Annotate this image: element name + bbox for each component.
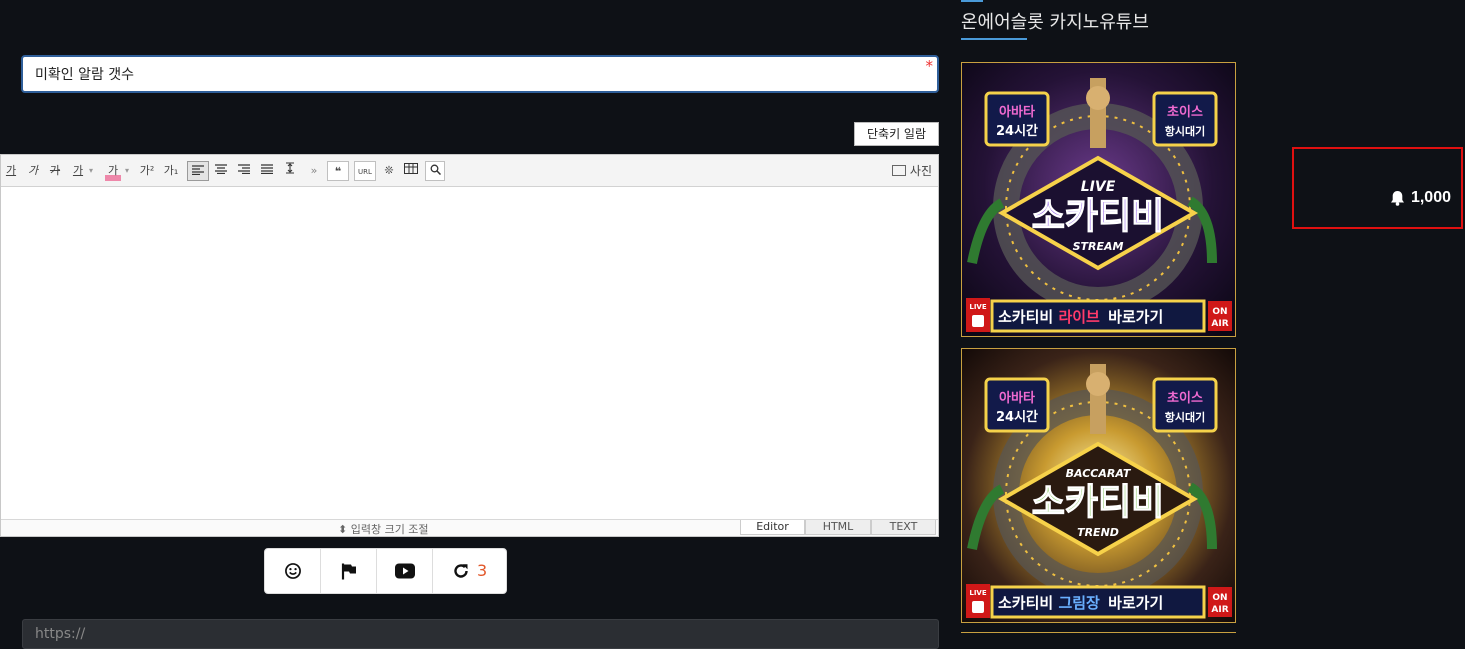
notification-counter[interactable]: 1,000 bbox=[1292, 147, 1463, 229]
youtube-logo-icon bbox=[972, 601, 984, 613]
badge-right-line2: 항시대기 bbox=[1165, 124, 1205, 138]
banner-main-title: 소카티비 bbox=[1032, 482, 1164, 523]
tab-editor[interactable]: Editor bbox=[740, 520, 805, 535]
required-mark: * bbox=[925, 57, 934, 75]
badge-left-line2: 24시간 bbox=[996, 409, 1038, 425]
subject-input[interactable] bbox=[35, 65, 915, 83]
flag-button[interactable] bbox=[321, 549, 377, 593]
resize-label: ⬍ 입력창 크기 조절 bbox=[338, 523, 429, 536]
onair-tag-line1: ON bbox=[1212, 593, 1227, 603]
title-accent-top bbox=[961, 0, 983, 2]
banner-cta: 소카티비 그림장 바로가기 bbox=[998, 594, 1163, 612]
align-center-icon[interactable] bbox=[211, 161, 231, 181]
banner-trend[interactable]: 아바타 24시간 초이스 항시대기 BACCARAT 소카티비 TREND LI… bbox=[961, 348, 1236, 623]
editor-toolbar: 가 가 가 가 ▾ 가 ▾ 가² 가₁ » ❝ URL ❊ 사진 bbox=[1, 155, 938, 187]
camera-icon bbox=[891, 165, 906, 176]
rich-text-editor: 가 가 가 가 ▾ 가 ▾ 가² 가₁ » ❝ URL ❊ 사진 ⬍ 입력창 크… bbox=[0, 154, 939, 537]
badge-right-line1: 초이스 bbox=[1167, 104, 1203, 120]
special-char-icon[interactable]: ❊ bbox=[379, 161, 399, 181]
subject-field[interactable]: * bbox=[21, 55, 939, 93]
onair-tag-line2: AIR bbox=[1211, 319, 1228, 329]
badge-left-line1: 아바타 bbox=[999, 390, 1035, 406]
badge-left-line1: 아바타 bbox=[999, 104, 1035, 120]
editor-action-bar: 3 bbox=[264, 548, 507, 594]
title-underline bbox=[961, 38, 1027, 40]
search-icon[interactable] bbox=[425, 161, 445, 181]
font-size-tool[interactable]: 가 bbox=[3, 161, 19, 181]
live-tag: LIVE bbox=[969, 589, 986, 597]
highlight-tool[interactable]: 가 bbox=[105, 161, 121, 181]
tab-text[interactable]: TEXT bbox=[871, 520, 936, 535]
banner-top-word: LIVE bbox=[1081, 179, 1116, 195]
bell-icon bbox=[1391, 191, 1404, 206]
refresh-button[interactable]: 3 bbox=[433, 549, 504, 593]
banner-main-title: 소카티비 bbox=[1032, 196, 1164, 237]
refresh-count: 3 bbox=[477, 561, 488, 580]
refresh-icon bbox=[454, 564, 468, 578]
quote-icon[interactable]: ❝ bbox=[327, 161, 349, 181]
badge-left-line2: 24시간 bbox=[996, 123, 1038, 139]
tab-html[interactable]: HTML bbox=[805, 520, 871, 535]
photo-upload-button[interactable]: 사진 bbox=[891, 161, 932, 181]
strikethrough-tool[interactable]: 가 bbox=[47, 161, 63, 181]
align-justify-icon[interactable] bbox=[257, 161, 277, 181]
editor-resize-handle[interactable]: ⬍ 입력창 크기 조절 Editor HTML TEXT bbox=[1, 519, 938, 536]
banner-sub: TREND bbox=[1077, 526, 1119, 539]
banner-sub: STREAM bbox=[1073, 240, 1124, 253]
line-height-icon[interactable] bbox=[280, 161, 300, 181]
emoticon-button[interactable] bbox=[265, 549, 321, 593]
notification-count: 1,000 bbox=[1410, 189, 1451, 206]
youtube-button[interactable] bbox=[377, 549, 433, 593]
youtube-logo-icon bbox=[972, 315, 984, 327]
youtube-icon bbox=[394, 563, 415, 579]
smiley-icon bbox=[284, 563, 301, 579]
superscript-tool[interactable]: 가² bbox=[137, 161, 157, 181]
align-right-icon[interactable] bbox=[234, 161, 254, 181]
italic-tool[interactable]: 가 bbox=[25, 161, 41, 181]
highlight-dropdown-icon[interactable]: ▾ bbox=[123, 161, 131, 181]
shortcut-list-button[interactable]: 단축키 일람 bbox=[854, 122, 939, 146]
photo-label: 사진 bbox=[909, 164, 932, 178]
font-color-dropdown-icon[interactable]: ▾ bbox=[87, 161, 95, 181]
banner-top-word: BACCARAT bbox=[1066, 467, 1132, 480]
resize-arrows-icon: ⬍ bbox=[338, 523, 351, 536]
badge-right-line1: 초이스 bbox=[1167, 390, 1203, 406]
sidebar-title: 온에어슬롯 카지노유튜브 bbox=[961, 12, 1149, 33]
align-left-icon[interactable] bbox=[187, 161, 209, 181]
table-icon[interactable] bbox=[401, 161, 421, 181]
underline-tool[interactable]: 가 bbox=[70, 161, 86, 181]
more-tools-icon[interactable]: » bbox=[307, 161, 321, 181]
onair-tag-line1: ON bbox=[1212, 307, 1227, 317]
editor-content-area[interactable] bbox=[1, 187, 938, 519]
live-tag: LIVE bbox=[969, 303, 986, 311]
subscript-tool[interactable]: 가₁ bbox=[161, 161, 181, 181]
flag-icon bbox=[341, 563, 356, 580]
badge-right-line2: 항시대기 bbox=[1165, 410, 1205, 424]
url-link-icon[interactable]: URL bbox=[354, 161, 376, 181]
banner-live[interactable]: 아바타 24시간 초이스 항시대기 LIVE 소카티비 STREAM LIVE … bbox=[961, 62, 1236, 337]
banner-cta: 소카티비 라이브 바로가기 bbox=[998, 308, 1163, 326]
onair-tag-line2: AIR bbox=[1211, 605, 1228, 615]
url-input[interactable]: https:// bbox=[22, 619, 939, 649]
